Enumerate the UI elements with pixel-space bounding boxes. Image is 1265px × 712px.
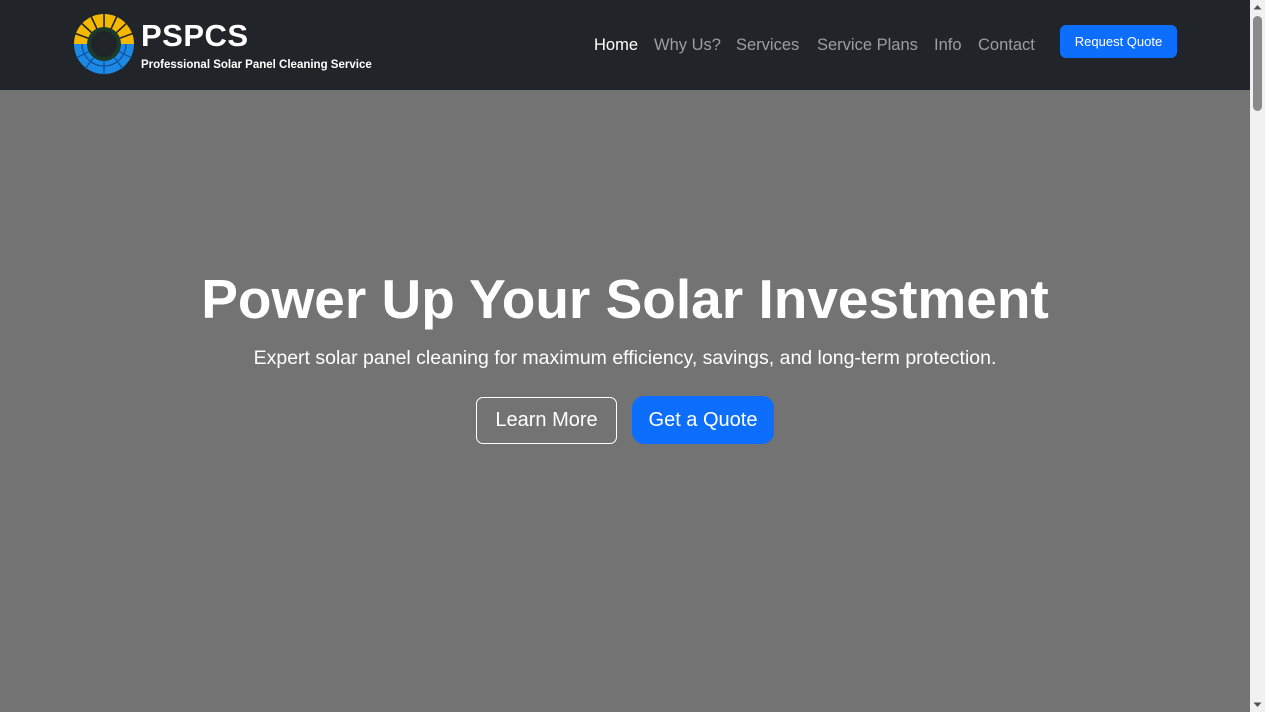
brand-text: PSPCS Professional Solar Panel Cleaning … xyxy=(141,17,372,72)
scrollbar-thumb[interactable] xyxy=(1253,16,1262,111)
solar-sun-logo-icon xyxy=(73,13,135,75)
scroll-up-arrow-icon[interactable] xyxy=(1250,0,1265,14)
request-quote-button[interactable]: Request Quote xyxy=(1060,25,1177,58)
nav-links: Home Why Us? Services Service Plans Info… xyxy=(594,33,1040,57)
brand-name: PSPCS xyxy=(141,18,249,53)
nav-link-why-us[interactable]: Why Us? xyxy=(654,33,736,57)
hero-title: Power Up Your Solar Investment xyxy=(201,268,1049,330)
vertical-scrollbar[interactable] xyxy=(1250,0,1265,712)
brand-tagline: Professional Solar Panel Cleaning Servic… xyxy=(141,59,372,71)
top-navbar: PSPCS Professional Solar Panel Cleaning … xyxy=(0,0,1250,90)
get-a-quote-button[interactable]: Get a Quote xyxy=(632,396,774,444)
nav-link-services[interactable]: Services xyxy=(736,33,817,57)
nav-link-service-plans[interactable]: Service Plans xyxy=(817,33,934,57)
hero-section: Power Up Your Solar Investment Expert so… xyxy=(0,90,1250,712)
scroll-down-arrow-icon[interactable] xyxy=(1250,698,1265,712)
brand-link[interactable]: PSPCS Professional Solar Panel Cleaning … xyxy=(73,13,372,77)
nav-link-info[interactable]: Info xyxy=(934,33,978,57)
nav-link-home[interactable]: Home xyxy=(594,33,654,57)
learn-more-button[interactable]: Learn More xyxy=(476,397,617,444)
nav-link-contact[interactable]: Contact xyxy=(978,33,1040,57)
hero-subtitle: Expert solar panel cleaning for maximum … xyxy=(253,347,997,369)
